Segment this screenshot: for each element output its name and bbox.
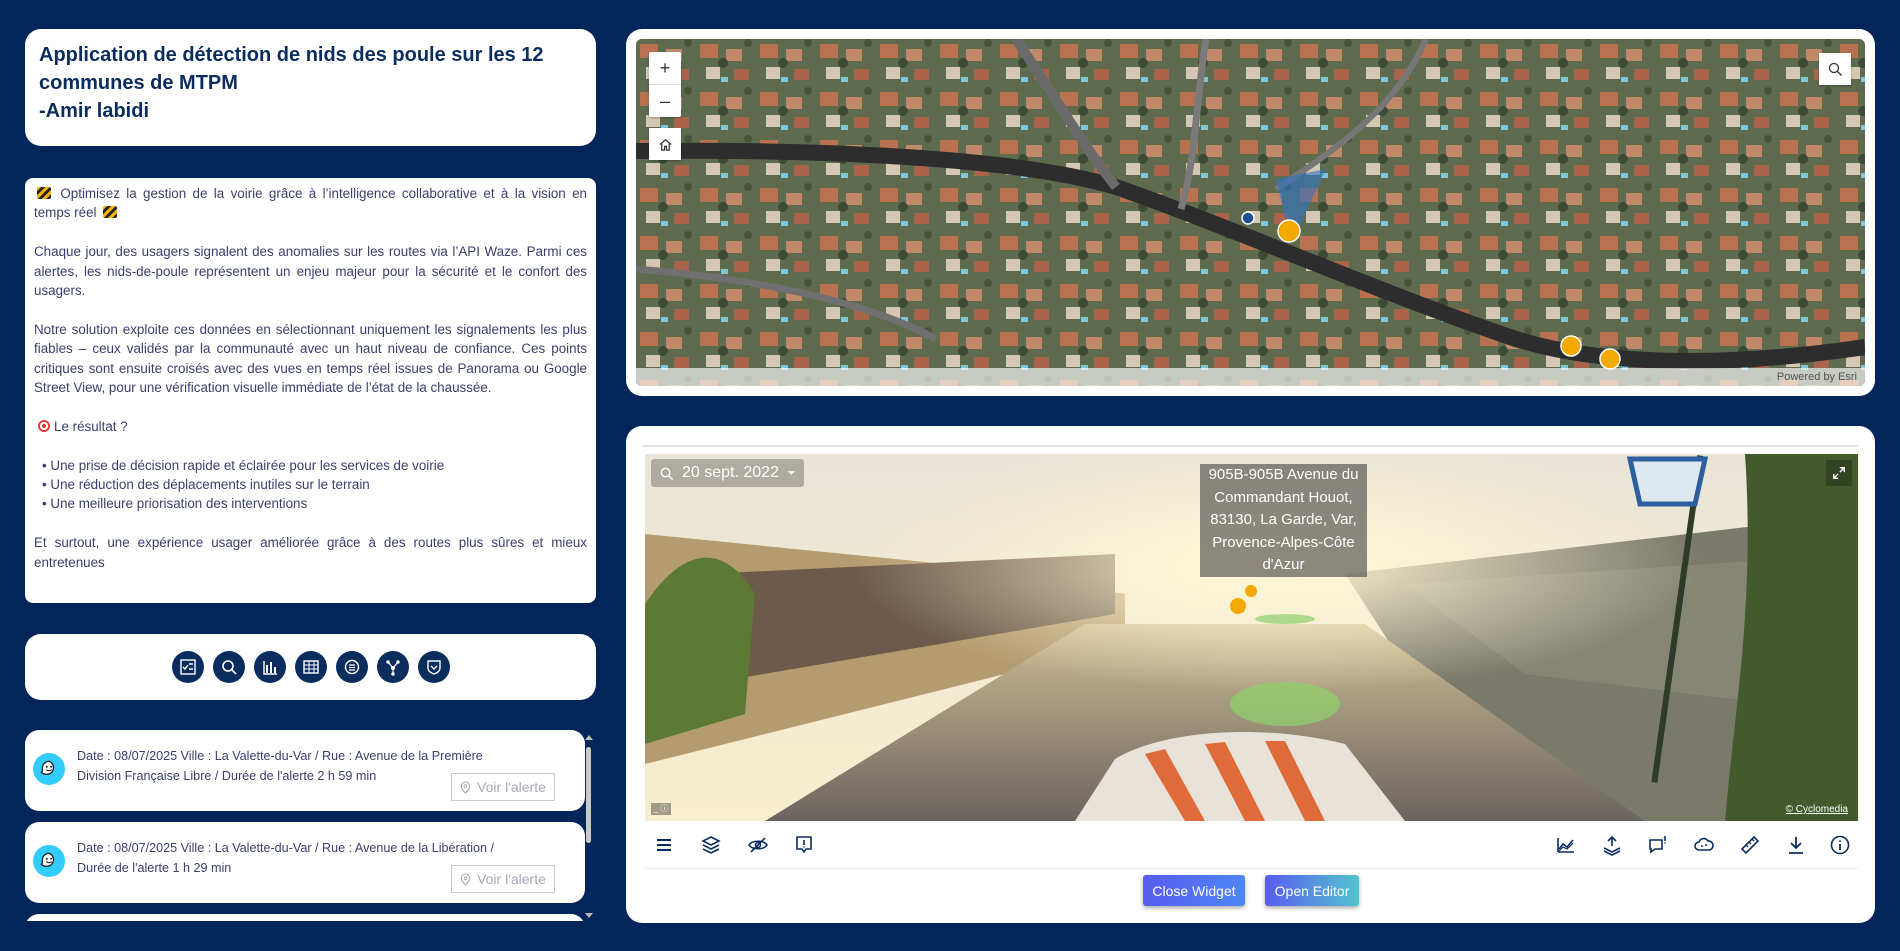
alerts-list[interactable]: Date : 08/07/2025 Ville : La Valette-du-…: [25, 730, 596, 921]
intro-paragraph: Optimisez la gestion de la voirie grâce …: [34, 184, 587, 223]
open-editor-button[interactable]: Open Editor: [1265, 875, 1359, 906]
target-icon: [38, 419, 50, 432]
report-icon: [796, 836, 812, 854]
comment-alert-icon: [1649, 836, 1666, 854]
description-card: Optimisez la gestion de la voirie grâce …: [25, 178, 596, 603]
list-icon: [344, 659, 359, 675]
pointcloud-button[interactable]: [1689, 830, 1719, 860]
close-widget-button[interactable]: Close Widget: [1143, 875, 1245, 906]
waze-icon: [33, 845, 65, 877]
chart-button[interactable]: [253, 651, 286, 683]
search-button[interactable]: [212, 651, 245, 683]
conclusion: Et surtout, une expérience usager amélio…: [34, 535, 587, 570]
widget-toolbar: [25, 634, 596, 700]
home-icon: [658, 138, 672, 151]
upload-icon: [1603, 835, 1621, 856]
construction-icon: [37, 187, 51, 199]
table-button[interactable]: [294, 651, 327, 683]
result-item: Une meilleure priorisation des intervent…: [42, 494, 587, 513]
scroll-up-icon[interactable]: [585, 735, 593, 740]
panorama-viewer[interactable]: 20 sept. 2022 905B-905B Avenue du Comman…: [645, 454, 1858, 821]
view-alert-button[interactable]: Voir l'alerte: [451, 773, 555, 801]
search-icon: [221, 660, 237, 675]
location-pin-icon: [460, 780, 471, 794]
layers-icon: [701, 836, 721, 854]
bar-chart-icon: [262, 661, 277, 675]
zoom-search-icon: [660, 467, 674, 480]
satellite-imagery: [636, 39, 1865, 386]
list-button[interactable]: [335, 651, 368, 683]
title-card: Application de détection de nids des pou…: [25, 29, 596, 146]
chevron-down-icon: [787, 471, 796, 475]
paragraph-2: Notre solution exploite ces données en s…: [34, 321, 587, 396]
report-button[interactable]: [789, 830, 819, 860]
panorama-toolbar: [645, 822, 1858, 869]
measure-button[interactable]: [1735, 830, 1765, 860]
streetview-card: 20 sept. 2022 905B-905B Avenue du Comman…: [626, 426, 1875, 923]
network-icon: [385, 660, 400, 676]
expand-icon: [1833, 467, 1845, 479]
divider: [643, 445, 1858, 447]
view-alert-button[interactable]: Voir l'alerte: [451, 865, 555, 893]
checklist-button[interactable]: [171, 651, 204, 683]
zoom-out-button[interactable]: –: [649, 85, 681, 117]
info-icon: [1830, 835, 1850, 855]
menu-icon: [657, 839, 671, 851]
map-search-button[interactable]: [1819, 53, 1851, 85]
result-item: Une prise de décision rapide et éclairée…: [42, 456, 587, 475]
visibility-off-icon: [748, 837, 768, 853]
address-label: 905B-905B Avenue du Commandant Houot, 83…: [1200, 464, 1367, 577]
shield-button[interactable]: [417, 651, 450, 683]
comment-alert-button[interactable]: [1643, 830, 1673, 860]
map-attribution[interactable]: Powered by Esri: [636, 368, 1865, 386]
zoom-in-button[interactable]: +: [649, 52, 681, 85]
location-pin-icon: [460, 872, 471, 886]
search-icon: [1828, 62, 1842, 76]
elevation-icon: [1557, 838, 1574, 853]
pointcloud-icon: [1694, 837, 1714, 851]
mini-info[interactable]: _ ⓘ: [651, 803, 671, 815]
construction-icon: [103, 206, 118, 219]
map-card: + – Powered by Esri: [626, 29, 1875, 396]
scroll-thumb[interactable]: [586, 747, 591, 843]
network-button[interactable]: [376, 651, 409, 683]
waze-icon: [33, 753, 65, 785]
home-button[interactable]: [649, 128, 681, 160]
elevation-button[interactable]: [1551, 830, 1581, 860]
fullscreen-button[interactable]: [1826, 460, 1852, 486]
app-title: Application de détection de nids des pou…: [39, 44, 544, 122]
layers-button[interactable]: [696, 830, 726, 860]
cyclomedia-credit[interactable]: © Cyclomedia: [1786, 804, 1848, 815]
result-heading: Le résultat ?: [34, 417, 587, 436]
capture-date-dropdown[interactable]: 20 sept. 2022: [651, 459, 804, 487]
upload-button[interactable]: [1597, 830, 1627, 860]
visibility-button[interactable]: [743, 830, 773, 860]
alert-item[interactable]: [25, 914, 585, 921]
info-button[interactable]: [1825, 830, 1855, 860]
shield-icon: [426, 660, 441, 675]
download-button[interactable]: [1781, 830, 1811, 860]
checklist-icon: [179, 659, 196, 675]
result-list: Une prise de décision rapide et éclairée…: [34, 456, 587, 514]
scroll-down-icon[interactable]: [585, 913, 593, 918]
measure-icon: [1740, 835, 1760, 855]
alert-item[interactable]: Date : 08/07/2025 Ville : La Valette-du-…: [25, 822, 585, 903]
alerts-scrollbar[interactable]: [585, 735, 593, 920]
zoom-control: + –: [649, 52, 681, 117]
satellite-map[interactable]: + – Powered by Esri: [636, 39, 1865, 386]
table-icon: [302, 660, 319, 674]
download-icon: [1789, 837, 1803, 854]
paragraph-1: Chaque jour, des usagers signalent des a…: [34, 244, 587, 299]
menu-button[interactable]: [649, 830, 679, 860]
result-item: Une réduction des déplacements inutiles …: [42, 475, 587, 494]
alert-item[interactable]: Date : 08/07/2025 Ville : La Valette-du-…: [25, 730, 585, 811]
